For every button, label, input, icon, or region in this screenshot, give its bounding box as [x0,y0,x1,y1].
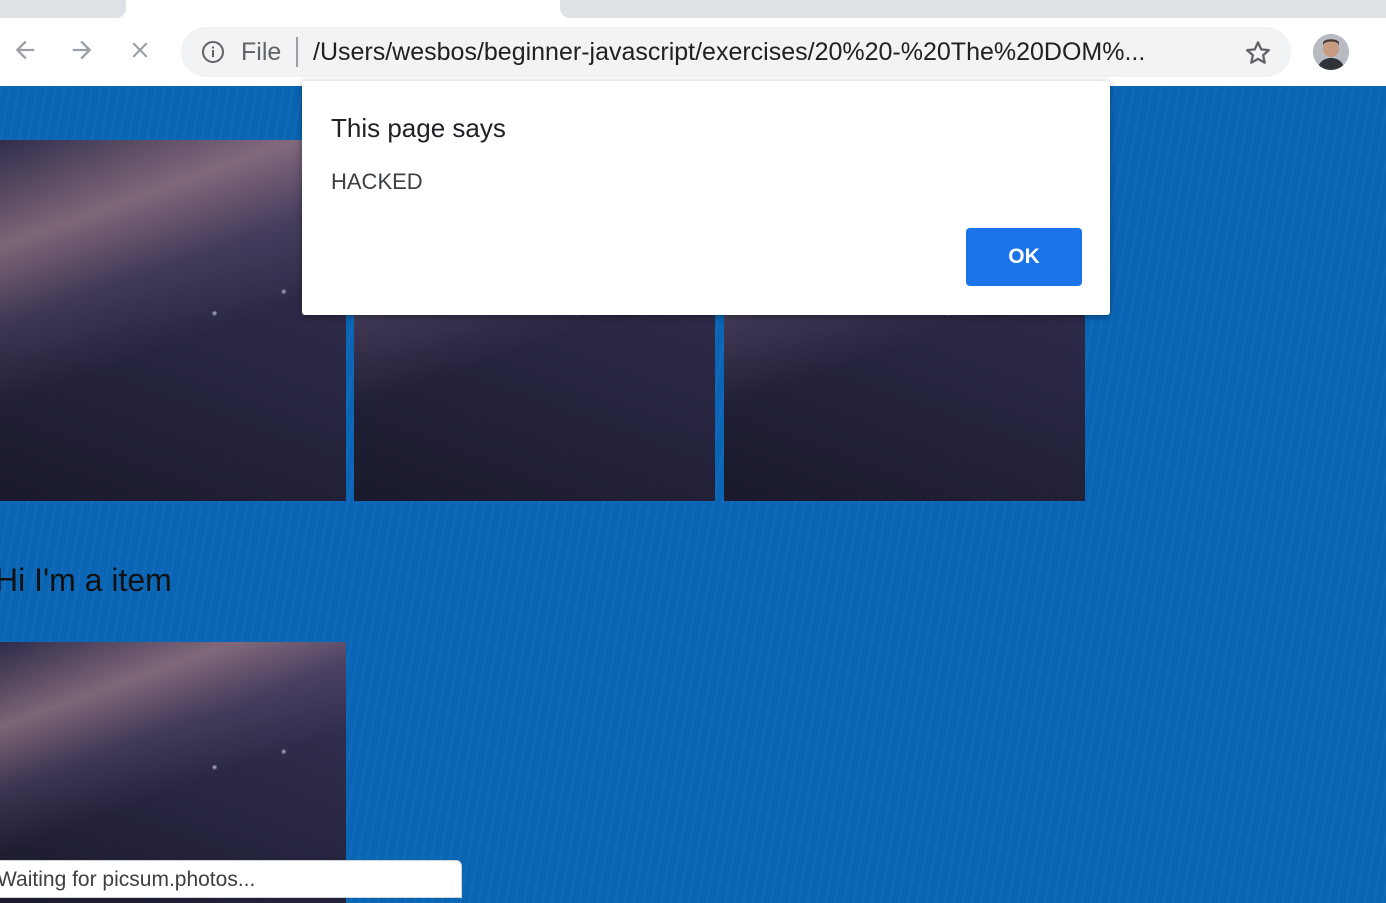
url-scheme-label: File [241,38,282,66]
tab-right[interactable] [560,0,1386,18]
address-bar[interactable]: File /Users/wesbos/beginner-javascript/e… [181,27,1291,77]
alert-dialog: This page says HACKED OK [302,81,1110,315]
status-text: Waiting for picsum.photos... [0,868,256,891]
forward-button[interactable] [64,32,100,68]
back-button[interactable] [7,32,43,68]
star-icon[interactable] [1243,38,1273,68]
arrow-right-icon [72,40,92,60]
browser-window: File /Users/wesbos/beginner-javascript/e… [0,0,1386,903]
item-heading: Hi I'm a item [0,562,172,598]
profile-avatar[interactable] [1313,34,1349,70]
tab-left[interactable] [0,0,126,18]
omnibox-divider [296,37,298,67]
close-icon [132,42,148,58]
photo-image [0,140,346,501]
status-bubble: Waiting for picsum.photos... [0,860,462,898]
arrow-left-icon [15,40,35,60]
avatar-icon [1313,34,1349,70]
dialog-title: This page says [331,113,506,143]
info-icon[interactable] [201,40,225,64]
ok-button[interactable]: OK [966,228,1082,286]
tab-strip [0,0,1386,18]
browser-toolbar: File /Users/wesbos/beginner-javascript/e… [0,18,1386,86]
stop-button[interactable] [122,32,158,68]
dialog-message: HACKED [331,169,423,194]
url-text[interactable]: /Users/wesbos/beginner-javascript/exerci… [313,39,1213,65]
